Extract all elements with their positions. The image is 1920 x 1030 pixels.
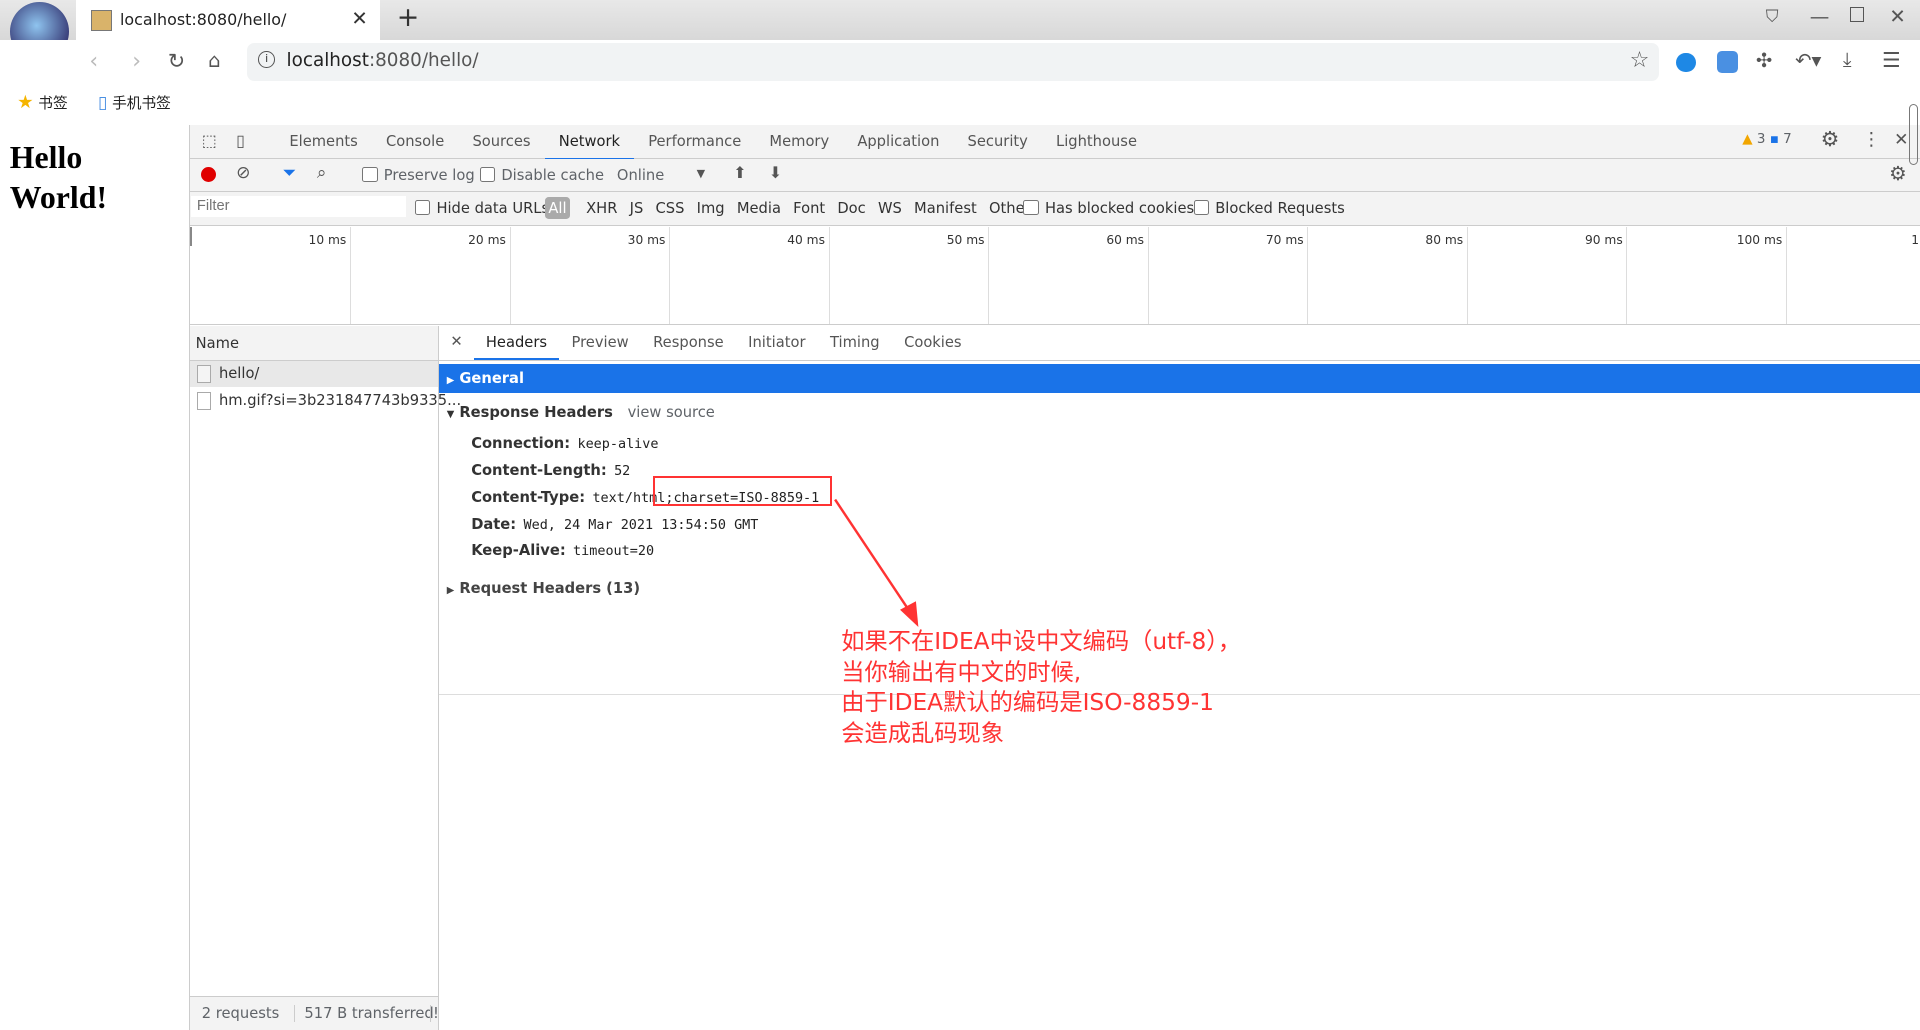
annotation-arrow (834, 498, 919, 627)
annotation-text: 如果不在IDEA中设中文编码（utf-8）， 当你输出有中文的时候, 由于IDEA默… (841, 627, 1241, 749)
scrollbar[interactable] (1908, 104, 1919, 165)
annotation-line: 由于IDEA默认的编码是ISO-8859-1 (841, 689, 1214, 717)
annotation-line: 如果不在IDEA中设中文编码（utf-8）， (841, 627, 1242, 655)
annotation-line: 当你输出有中文的时候, (841, 658, 1082, 686)
annotation-line: 会造成乱码现象 (841, 719, 1004, 747)
